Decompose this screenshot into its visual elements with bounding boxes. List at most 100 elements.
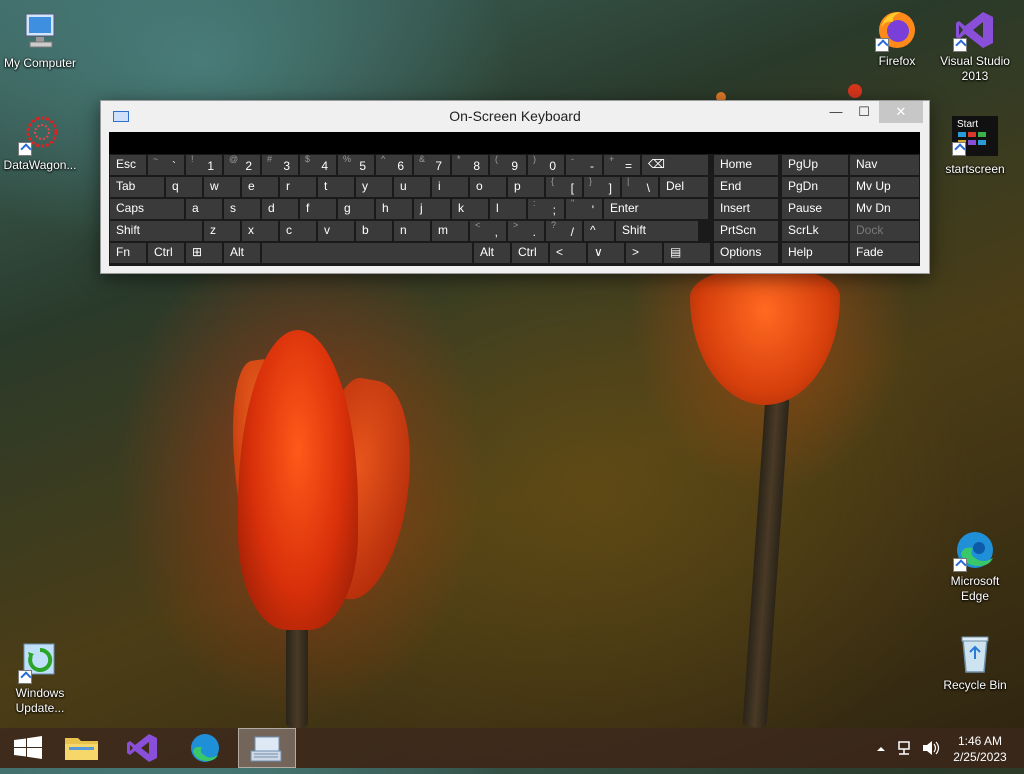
key-c[interactable]: c <box>280 221 316 241</box>
key-t[interactable]: t <box>318 177 354 197</box>
alt-key[interactable]: Alt <box>224 243 260 263</box>
shift-key[interactable]: Shift <box>616 221 698 241</box>
desktop-icon-visual-studio[interactable]: Visual Studio 2013 <box>935 8 1015 84</box>
enter-key[interactable]: Enter <box>604 199 708 219</box>
key-h[interactable]: h <box>376 199 412 219</box>
minimize-button[interactable]: — <box>823 101 849 123</box>
show-hidden-icons-button[interactable] <box>874 728 888 768</box>
alt-key[interactable]: Alt <box>474 243 510 263</box>
nav-key-pgdn[interactable]: PgDn <box>782 177 848 197</box>
key-sym-2-10[interactable]: :; <box>528 198 564 219</box>
key-v[interactable]: v <box>318 221 354 241</box>
desktop-icon-windows-update[interactable]: Windows Update... <box>0 640 80 716</box>
down-arrow-key[interactable]: ∨ <box>588 243 624 263</box>
key-w[interactable]: w <box>204 177 240 197</box>
desktop-icon-recycle-bin[interactable]: Recycle Bin <box>935 632 1015 693</box>
key-7[interactable]: & 7 <box>414 154 450 175</box>
key-5[interactable]: % 5 <box>338 154 374 175</box>
ctrl-key[interactable]: Ctrl <box>512 243 548 263</box>
key-6[interactable]: ^ 6 <box>376 154 412 175</box>
nav-key-nav[interactable]: Nav <box>850 155 919 175</box>
key-sym-0-1[interactable]: ~ ` <box>148 154 184 175</box>
key-sym-2-11[interactable]: " ' <box>566 198 602 219</box>
key-a[interactable]: a <box>186 199 222 219</box>
nav-key-options[interactable]: Options <box>714 243 778 263</box>
key-z[interactable]: z <box>204 221 240 241</box>
key-n[interactable]: n <box>394 221 430 241</box>
nav-key-help[interactable]: Help <box>782 243 848 263</box>
window-title-bar[interactable]: On-Screen Keyboard — ☐ ✕ <box>101 101 929 131</box>
taskbar-visual-studio[interactable] <box>115 728 171 768</box>
maximize-button[interactable]: ☐ <box>851 101 877 123</box>
key-d[interactable]: d <box>262 199 298 219</box>
nav-key-insert[interactable]: Insert <box>714 199 778 219</box>
key-sym-3-9[interactable]: >. <box>508 220 544 241</box>
key-b[interactable]: b <box>356 221 392 241</box>
desktop-icon-my-computer[interactable]: My Computer <box>0 10 80 71</box>
nav-key-scrlk[interactable]: ScrLk <box>782 221 848 241</box>
key-e[interactable]: e <box>242 177 278 197</box>
desktop-icon-edge[interactable]: Microsoft Edge <box>935 528 1015 604</box>
key-s[interactable]: s <box>224 199 260 219</box>
key-sym-1-13[interactable]: | \ <box>622 176 658 197</box>
right-arrow-key[interactable]: > <box>626 243 662 263</box>
key-u[interactable]: u <box>394 177 430 197</box>
taskbar-file-explorer[interactable] <box>54 728 110 768</box>
key-p[interactable]: p <box>508 177 544 197</box>
taskbar-edge[interactable] <box>177 728 233 768</box>
key-m[interactable]: m <box>432 221 468 241</box>
nav-key-pause[interactable]: Pause <box>782 199 848 219</box>
menu-key[interactable]: ▤ <box>664 243 710 263</box>
key-j[interactable]: j <box>414 199 450 219</box>
key-9[interactable]: (9 <box>490 154 526 175</box>
space-key[interactable] <box>262 243 472 263</box>
desktop-icon-datawagon[interactable]: DataWagon... <box>0 112 80 173</box>
key-3[interactable]: #3 <box>262 154 298 175</box>
backspace-key[interactable]: ⌫ <box>642 155 708 175</box>
nav-key-fade[interactable]: Fade <box>850 243 919 263</box>
key-g[interactable]: g <box>338 199 374 219</box>
nav-key-pgup[interactable]: PgUp <box>782 155 848 175</box>
fn-key[interactable]: Fn <box>110 243 146 263</box>
windows-key[interactable]: ⊞ <box>186 243 222 263</box>
key-o[interactable]: o <box>470 177 506 197</box>
key-4[interactable]: $4 <box>300 154 336 175</box>
system-clock[interactable]: 1:46 AM 2/25/2023 <box>944 733 1016 765</box>
desktop-icon-firefox[interactable]: Firefox <box>857 8 937 69</box>
up-arrow-key[interactable]: ^ <box>584 221 614 241</box>
ctrl-key[interactable]: Ctrl <box>148 243 184 263</box>
esc-key[interactable]: Esc <box>110 155 146 175</box>
left-arrow-key[interactable]: < <box>550 243 586 263</box>
nav-key-mv-up[interactable]: Mv Up <box>850 177 919 197</box>
taskbar-on-screen-keyboard[interactable] <box>238 728 296 768</box>
key-sym-0-13[interactable]: + = <box>604 154 640 175</box>
nav-key-mv-dn[interactable]: Mv Dn <box>850 199 919 219</box>
key-x[interactable]: x <box>242 221 278 241</box>
key-0[interactable]: ) 0 <box>528 154 564 175</box>
caps-key[interactable]: Caps <box>110 199 184 219</box>
close-button[interactable]: ✕ <box>879 101 923 123</box>
nav-key-home[interactable]: Home <box>714 155 778 175</box>
key-i[interactable]: i <box>432 177 468 197</box>
nav-key-end[interactable]: End <box>714 177 778 197</box>
key-k[interactable]: k <box>452 199 488 219</box>
key-r[interactable]: r <box>280 177 316 197</box>
desktop-icon-startscreen[interactable]: Start startscreen <box>935 116 1015 177</box>
shift-key[interactable]: Shift <box>110 221 202 241</box>
key-8[interactable]: * 8 <box>452 154 488 175</box>
key-sym-0-12[interactable]: -- <box>566 154 602 175</box>
delete-key[interactable]: Del <box>660 177 708 197</box>
key-2[interactable]: @2 <box>224 154 260 175</box>
key-f[interactable]: f <box>300 199 336 219</box>
nav-key-prtscn[interactable]: PrtScn <box>714 221 778 241</box>
key-1[interactable]: ! 1 <box>186 154 222 175</box>
volume-icon[interactable] <box>920 728 940 768</box>
key-q[interactable]: q <box>166 177 202 197</box>
start-button[interactable] <box>0 728 56 768</box>
key-sym-1-11[interactable]: {[ <box>546 176 582 197</box>
key-y[interactable]: y <box>356 177 392 197</box>
tab-key[interactable]: Tab <box>110 177 164 197</box>
network-icon[interactable] <box>896 728 916 768</box>
key-sym-3-10[interactable]: ? / <box>546 220 582 241</box>
key-l[interactable]: l <box>490 199 526 219</box>
